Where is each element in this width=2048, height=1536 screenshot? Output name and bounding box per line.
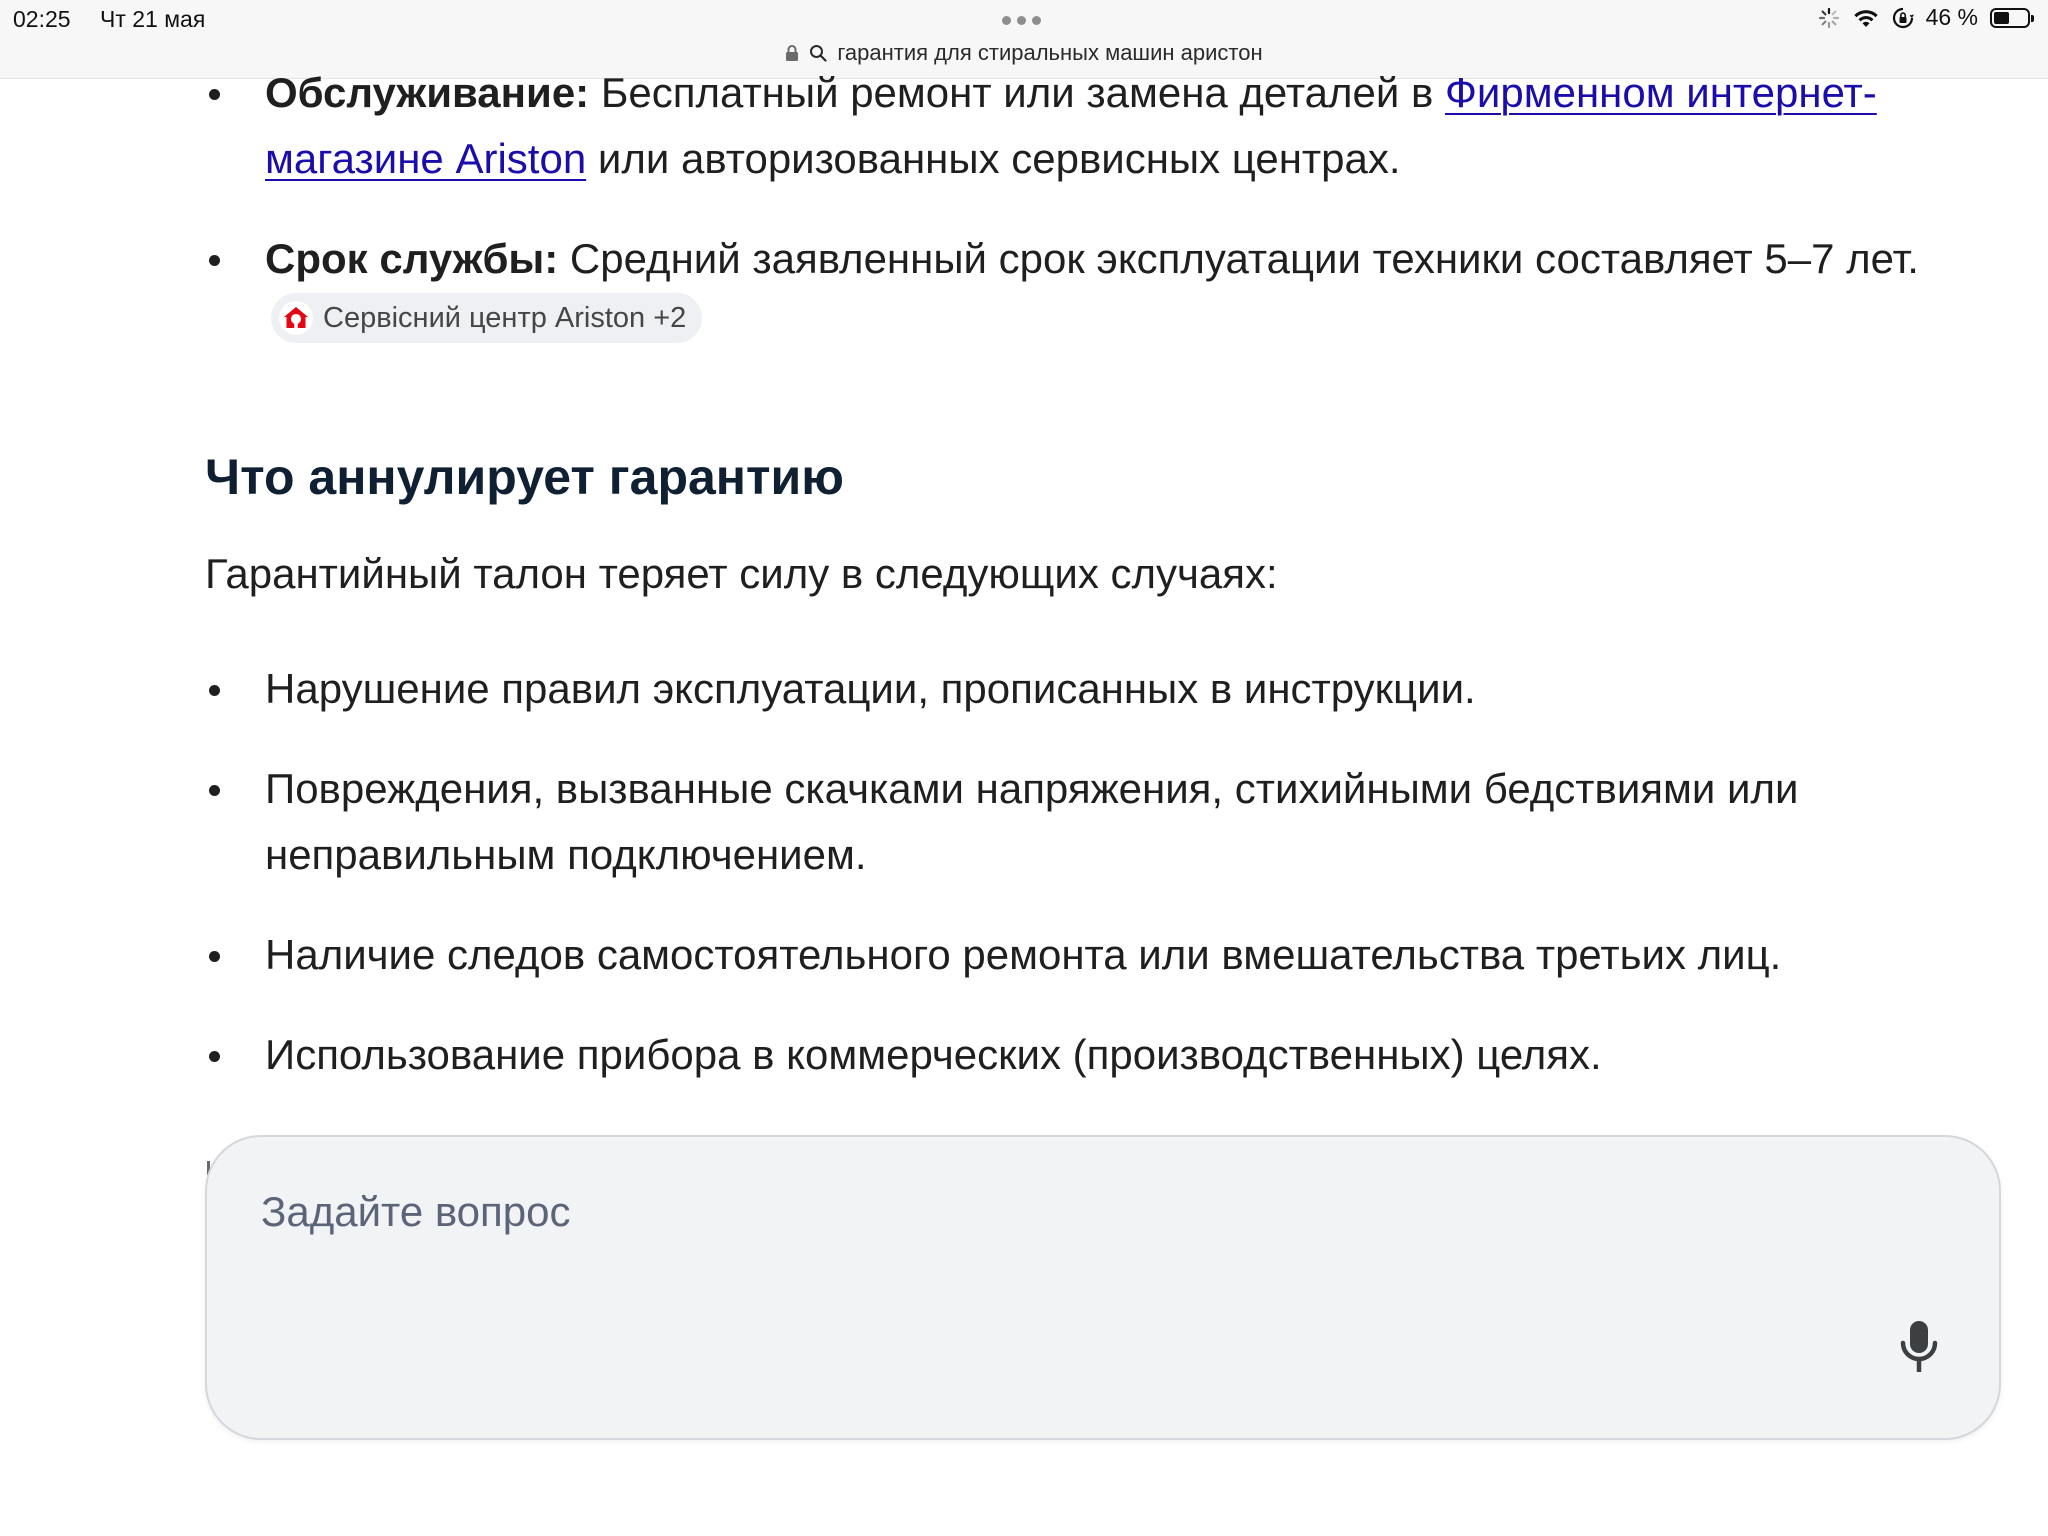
list-item: Использование прибора в коммерческих (пр… — [205, 1022, 2005, 1088]
list-item: Повреждения, вызванные скачками напряжен… — [205, 756, 2005, 888]
status-date: Чт 21 мая — [100, 6, 206, 32]
section-title: Что аннулирует гарантию — [205, 449, 844, 505]
void-conditions-list: Нарушение правил эксплуатации, прописанн… — [205, 656, 2005, 1088]
warranty-terms-list: Обслуживание: Бесплатный ремонт или заме… — [205, 60, 2005, 358]
voice-input-button[interactable] — [1891, 1312, 1947, 1382]
battery-percentage: 46 % — [1925, 4, 1978, 30]
source-chip-ariston-service[interactable]: Сервісний центр Ariston +2 — [271, 293, 703, 343]
ai-answer-content: Обслуживание: Бесплатный ремонт или заме… — [205, 60, 2005, 1088]
orientation-lock-icon — [1892, 7, 1914, 29]
multitasking-dots-icon[interactable] — [1002, 16, 1041, 25]
status-indicators: 46 % — [1818, 4, 2034, 31]
lifetime-text: Средний заявленный срок эксплуатации тех… — [558, 235, 1919, 282]
ariston-logo-icon — [279, 301, 313, 335]
microphone-icon — [1899, 1319, 1939, 1375]
list-item-service: Обслуживание: Бесплатный ремонт или заме… — [205, 60, 2005, 192]
battery-level-fill — [1994, 11, 2009, 24]
battery-icon — [1990, 7, 2034, 28]
list-item: Нарушение правил эксплуатации, прописанн… — [205, 656, 2005, 722]
list-item: Наличие следов самостоятельного ремонта … — [205, 922, 2005, 988]
lifetime-label: Срок службы: — [265, 235, 559, 282]
wifi-icon — [1852, 7, 1880, 29]
list-item-lifetime: Срок службы: Средний заявленный срок экс… — [205, 226, 2005, 358]
source-chip-label: Сервісний центр Ariston +2 — [323, 302, 687, 334]
service-text-before: Бесплатный ремонт или замена деталей в — [589, 69, 1445, 116]
ask-question-box[interactable] — [205, 1135, 2001, 1440]
status-time: 02:25 — [13, 6, 71, 32]
service-text-after: или авторизованных сервисных центрах. — [586, 135, 1401, 182]
loading-spinner-icon — [1818, 7, 1840, 29]
section-intro: Гарантийный талон теряет силу в следующи… — [205, 550, 1278, 597]
ask-question-input[interactable] — [259, 1187, 1763, 1237]
service-label: Обслуживание: — [265, 69, 590, 116]
